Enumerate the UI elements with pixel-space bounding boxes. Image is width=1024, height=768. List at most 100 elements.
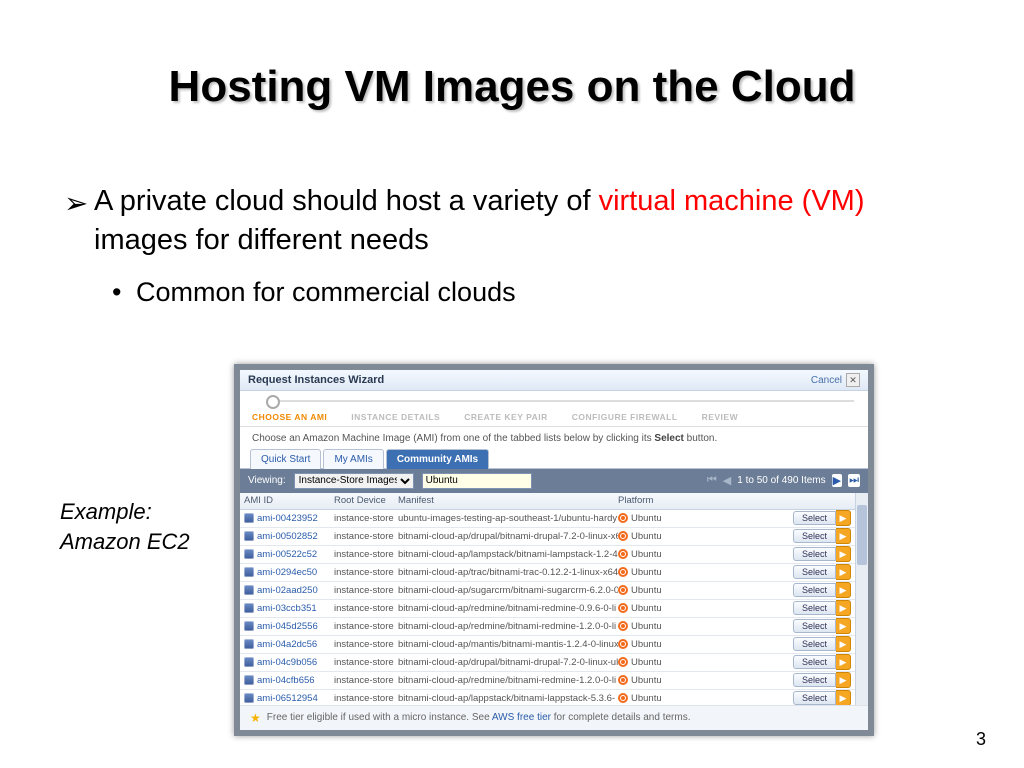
disk-icon [244,693,254,703]
platform: Ubuntu [631,639,662,650]
ami-id: ami-04cfb656 [257,675,315,686]
bullet-block: A private cloud should host a variety of… [94,182,934,311]
scrollbar[interactable] [855,493,868,705]
select-button[interactable]: Select▶ [793,690,851,705]
ami-id: ami-06512954 [257,693,318,704]
select-button[interactable]: Select▶ [793,582,851,598]
disk-icon [244,657,254,667]
select-arrow-icon: ▶ [836,654,851,670]
example-label: Example: Amazon EC2 [60,497,190,556]
table-row[interactable]: ami-06512954instance-storebitnami-cloud-… [240,690,855,705]
bullet-pre: A private cloud should host a variety of [94,185,599,217]
col-manifest[interactable]: Manifest [398,495,618,506]
select-button[interactable]: Select▶ [793,564,851,580]
search-input[interactable] [422,473,532,489]
select-arrow-icon: ▶ [836,690,851,705]
manifest: bitnami-cloud-ap/lampstack/bitnami-lamps… [398,549,618,560]
tab-community-amis[interactable]: Community AMIs [386,449,489,469]
col-platform[interactable]: Platform [618,495,718,506]
pager-next-icon[interactable]: ▶ [832,474,842,487]
root-device: instance-store [334,513,398,524]
select-arrow-icon: ▶ [836,636,851,652]
ami-id: ami-00423952 [257,513,318,524]
disk-icon [244,585,254,595]
tab-quick-start[interactable]: Quick Start [250,449,321,469]
bullet-red: virtual machine (VM) [599,185,865,217]
select-button[interactable]: Select▶ [793,600,851,616]
pager-prev-icon[interactable]: ◀ [723,474,731,487]
pager: ⏮ ◀ 1 to 50 of 490 Items ▶ ⏭ [707,474,860,487]
select-arrow-icon: ▶ [836,528,851,544]
viewing-select[interactable]: Instance-Store Images [294,473,414,489]
select-button[interactable]: Select▶ [793,618,851,634]
table-row[interactable]: ami-04c9b056instance-storebitnami-cloud-… [240,654,855,672]
ami-id: ami-00522c52 [257,549,317,560]
bullet-main: A private cloud should host a variety of… [94,182,934,260]
ubuntu-icon [618,693,628,703]
ami-id: ami-02aad250 [257,585,318,596]
select-arrow-icon: ▶ [836,672,851,688]
select-arrow-icon: ▶ [836,564,851,580]
select-button[interactable]: Select▶ [793,636,851,652]
select-button[interactable]: Select▶ [793,528,851,544]
platform: Ubuntu [631,675,662,686]
table-row[interactable]: ami-0294ec50instance-storebitnami-cloud-… [240,564,855,582]
step-create-key-pair: CREATE KEY PAIR [464,412,548,422]
platform: Ubuntu [631,657,662,668]
root-device: instance-store [334,621,398,632]
step-line [276,400,854,402]
pager-last-icon[interactable]: ⏭ [848,474,860,487]
col-ami-id[interactable]: AMI ID [244,495,334,506]
slide-title: Hosting VM Images on the Cloud [0,62,1024,112]
table-row[interactable]: ami-00423952instance-storeubuntu-images-… [240,510,855,528]
ami-id: ami-0294ec50 [257,567,317,578]
root-device: instance-store [334,675,398,686]
table-row[interactable]: ami-045d2556instance-storebitnami-cloud-… [240,618,855,636]
footer-post: for complete details and terms. [551,712,691,723]
instr-bold: Select [654,433,683,444]
col-root-device[interactable]: Root Device [334,495,398,506]
table-row[interactable]: ami-00522c52 instance-storebitnami-cloud-… [240,546,855,564]
disk-icon [244,513,254,523]
close-icon[interactable]: ✕ [846,373,860,387]
select-button[interactable]: Select▶ [793,672,851,688]
cancel-link[interactable]: Cancel [811,375,842,386]
manifest: bitnami-cloud-ap/redmine/bitnami-redmine… [398,603,618,614]
wizard-header: Request Instances Wizard Cancel ✕ [240,370,868,391]
manifest: bitnami-cloud-ap/drupal/bitnami-drupal-7… [398,531,618,542]
ubuntu-icon [618,657,628,667]
select-arrow-icon: ▶ [836,600,851,616]
disk-icon [244,531,254,541]
step-review: REVIEW [702,412,739,422]
table-row[interactable]: ami-04cfb656instance-storebitnami-cloud-… [240,672,855,690]
wizard-title: Request Instances Wizard [248,374,384,386]
pager-first-icon[interactable]: ⏮ [707,474,717,487]
root-device: instance-store [334,531,398,542]
select-button[interactable]: Select▶ [793,654,851,670]
ubuntu-icon [618,603,628,613]
star-icon: ★ [250,711,261,725]
wizard-instruction: Choose an Amazon Machine Image (AMI) fro… [240,427,868,448]
table-row[interactable]: ami-03ccb351instance-storebitnami-cloud-… [240,600,855,618]
table-row[interactable]: ami-04a2dc56instance-storebitnami-cloud-… [240,636,855,654]
root-device: instance-store [334,549,398,560]
manifest: bitnami-cloud-ap/trac/bitnami-trac-0.12.… [398,567,618,578]
footer-pre: Free tier eligible if used with a micro … [267,712,492,723]
select-button[interactable]: Select▶ [793,510,851,526]
ami-id: ami-045d2556 [257,621,318,632]
wizard-filter-bar: Viewing: Instance-Store Images ⏮ ◀ 1 to … [240,469,868,493]
pager-text: 1 to 50 of 490 Items [737,475,825,486]
manifest: bitnami-cloud-ap/lappstack/bitnami-lapps… [398,693,618,704]
select-button[interactable]: Select▶ [793,546,851,562]
table-row[interactable]: ami-02aad250instance-storebitnami-cloud-… [240,582,855,600]
wizard-footer: ★ Free tier eligible if used with a micr… [240,705,868,730]
platform: Ubuntu [631,621,662,632]
table-row[interactable]: ami-00502852instance-storebitnami-cloud-… [240,528,855,546]
manifest: bitnami-cloud-ap/mantis/bitnami-mantis-1… [398,639,618,650]
aws-free-tier-link[interactable]: AWS free tier [492,712,551,723]
platform: Ubuntu [631,549,662,560]
tab-my-amis[interactable]: My AMIs [323,449,383,469]
manifest: bitnami-cloud-ap/drupal/bitnami-drupal-7… [398,657,618,668]
step-dot-icon [266,395,280,409]
sub-bullet: Common for commercial clouds [136,274,934,310]
